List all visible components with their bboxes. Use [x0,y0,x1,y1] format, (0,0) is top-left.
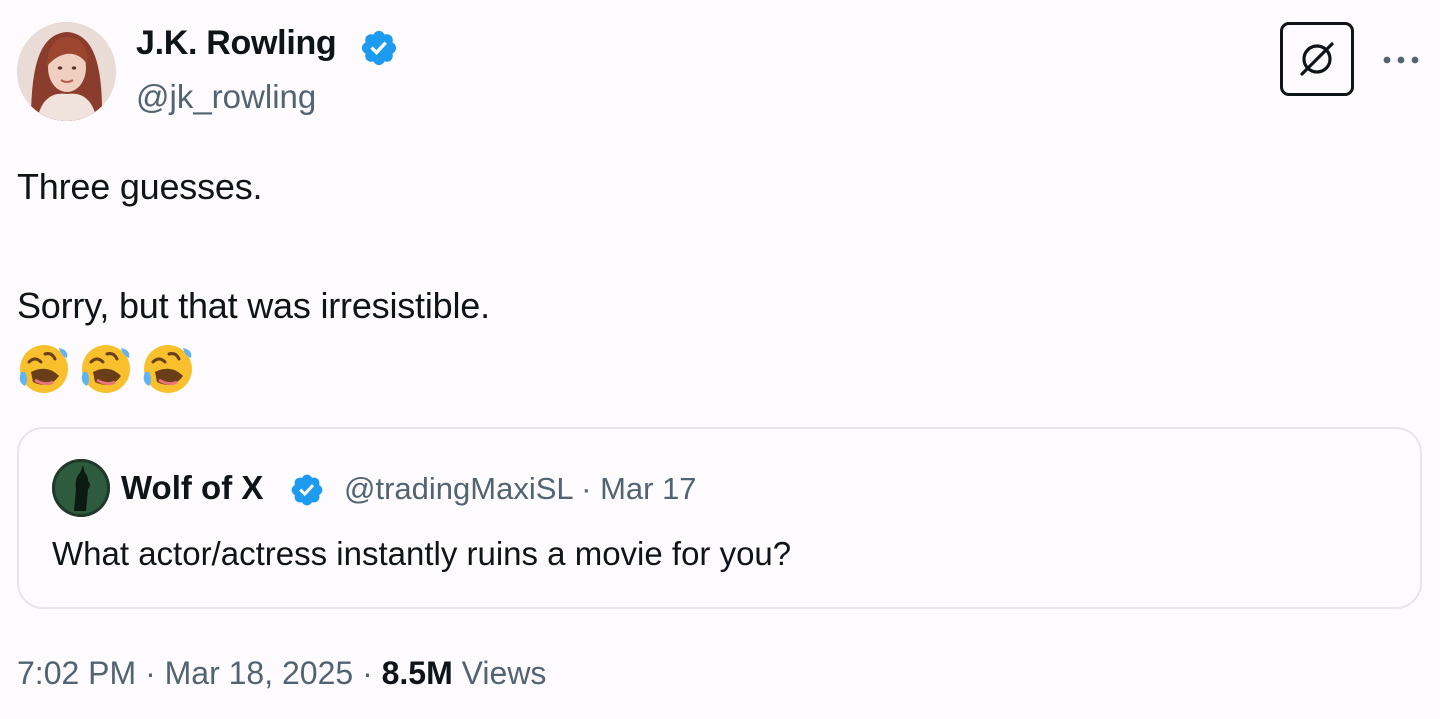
verified-badge-icon [361,30,397,66]
views-label: Views [461,655,547,691]
author-name[interactable]: J.K. Rowling [136,24,337,63]
separator: · [362,655,373,691]
rolling-on-floor-laughing-icon [81,345,130,393]
more-icon[interactable] [1380,40,1422,80]
tweet-meta: 7:02 PM · Mar 18, 2025 · 8.5M Views [17,655,546,692]
quoted-tweet-date[interactable]: Mar 17 [600,471,696,506]
tweet: J.K. Rowling @jk_rowling Three guesses. … [0,0,1440,719]
tweet-text-line: Sorry, but that was irresistible. [17,285,490,326]
views-count: 8.5M [381,655,453,691]
rolling-on-floor-laughing-icon [143,345,192,393]
avatar-photo [17,22,116,121]
quoted-author-meta: @tradingMaxiSL · Mar 17 [344,471,697,507]
grok-button[interactable] [1280,22,1354,96]
quoted-tweet-text: What actor/actress instantly ruins a mov… [52,535,792,572]
quoted-author-avatar[interactable] [52,459,110,517]
avatar-photo [52,459,110,517]
tweet-time[interactable]: 7:02 PM [17,655,136,691]
author-handle[interactable]: @jk_rowling [136,78,316,116]
tweet-text-line: Three guesses. [17,166,263,207]
quoted-author-handle[interactable]: @tradingMaxiSL [344,471,572,506]
rolling-on-floor-laughing-icon [19,345,68,393]
tweet-date[interactable]: Mar 18, 2025 [165,655,354,691]
verified-badge-icon [291,474,323,506]
author-avatar[interactable] [17,22,116,121]
separator: · [145,655,156,691]
quoted-tweet-card[interactable]: Wolf of X @tradingMaxiSL · Mar 17 What a… [17,427,1422,609]
grok-icon [1300,42,1334,76]
quoted-author-name[interactable]: Wolf of X [121,469,263,507]
separator: · [581,471,592,506]
